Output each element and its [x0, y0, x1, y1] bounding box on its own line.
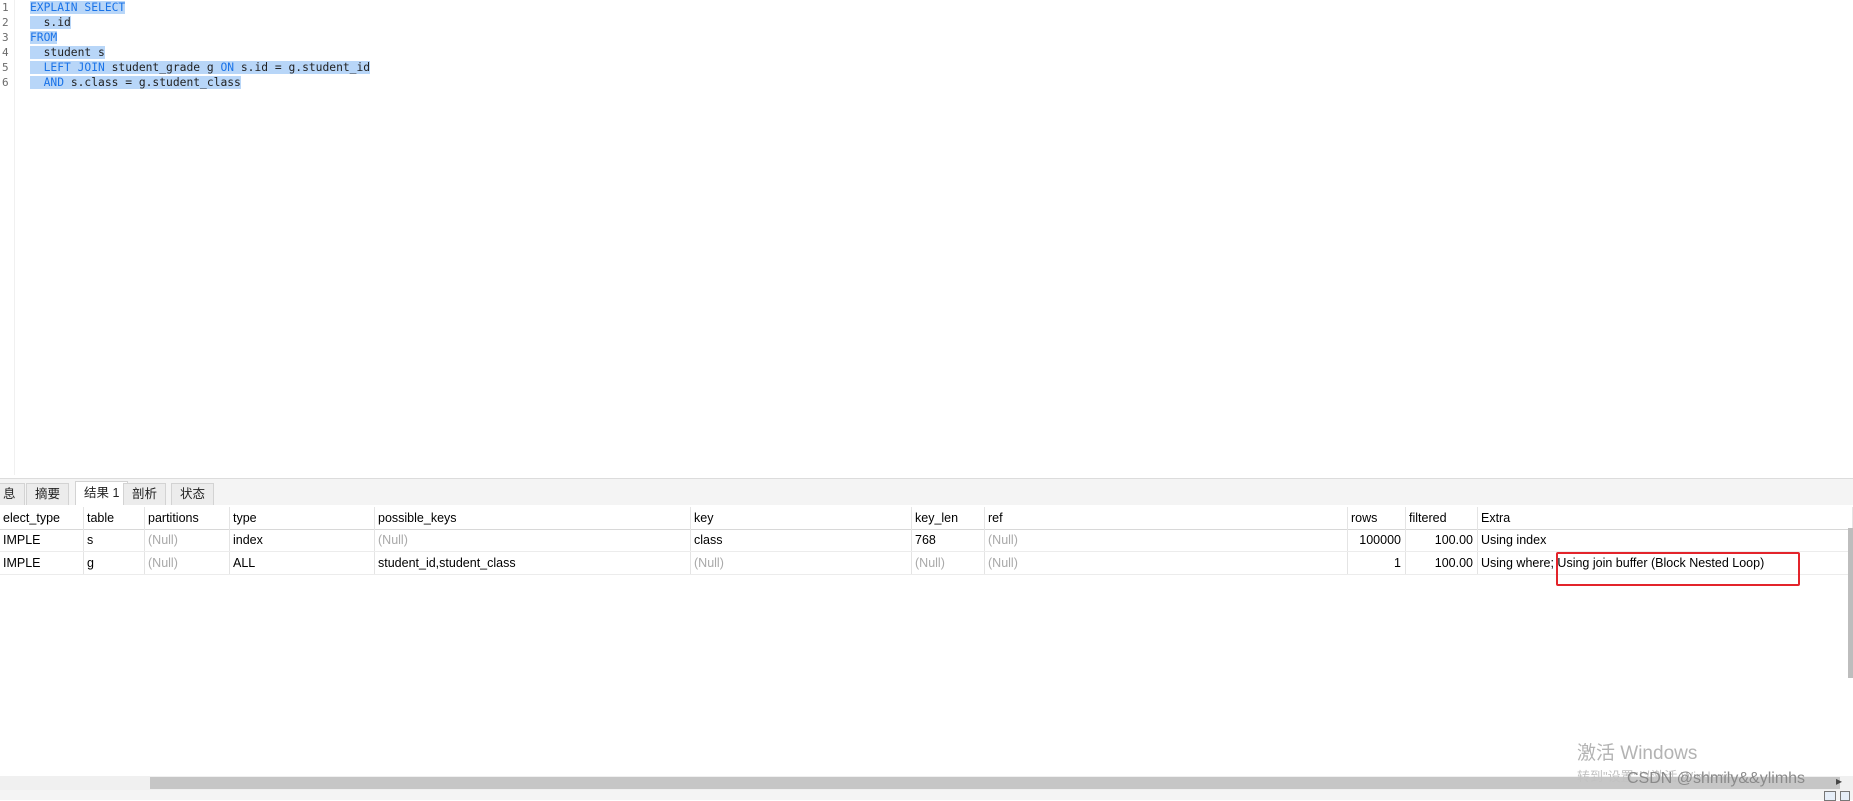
tab-result-1[interactable]: 结果 1 — [75, 481, 129, 506]
column-header-possible-keys[interactable]: possible_keys — [375, 507, 691, 529]
vertical-scrollbar[interactable] — [1848, 528, 1853, 678]
line-number: 3 — [2, 31, 9, 44]
sql-text — [30, 76, 44, 89]
sql-keyword: EXPLAIN SELECT — [30, 1, 126, 14]
cell-table[interactable]: g — [84, 552, 145, 574]
column-header-elect-type[interactable]: elect_type — [0, 507, 84, 529]
column-header-Extra[interactable]: Extra — [1478, 507, 1853, 529]
column-header-table[interactable]: table — [84, 507, 145, 529]
sql-keyword: FROM — [30, 31, 58, 44]
sql-text — [30, 61, 44, 74]
column-header-type[interactable]: type — [230, 507, 375, 529]
cell-ref[interactable]: (Null) — [985, 529, 1348, 551]
sql-keyword: ON — [220, 61, 235, 74]
tab-status[interactable]: 状态 — [171, 483, 215, 505]
cell-Extra[interactable]: Using index — [1478, 529, 1853, 551]
line-number: 5 — [2, 61, 9, 74]
code-line: EXPLAIN SELECT — [30, 0, 126, 15]
line-number: 4 — [2, 46, 9, 59]
line-number: 2 — [2, 16, 9, 29]
sql-editor[interactable]: 1 2 3 4 5 6 EXPLAIN SELECT s.id FROM stud… — [0, 0, 1853, 475]
result-tab-bar: 息 摘要 结果 1 剖析 状态 — [0, 478, 1853, 506]
cell-key-len[interactable]: (Null) — [912, 552, 985, 574]
code-line: student s — [30, 45, 105, 60]
table-row[interactable]: IMPLE s (Null) index (Null) class 768 (Null) 100… — [0, 529, 1853, 552]
result-grid[interactable]: elect_type table partitions type possible_ke… — [0, 505, 1853, 775]
windows-activation-watermark: 激活 Windows — [1577, 743, 1698, 764]
cell-key[interactable]: class — [691, 529, 912, 551]
sql-text: s.id = g.student_id — [234, 61, 371, 74]
status-bar — [0, 790, 1853, 800]
line-number: 1 — [2, 1, 9, 14]
column-header-filtered[interactable]: filtered — [1406, 507, 1478, 529]
cell-elect-type[interactable]: IMPLE — [0, 529, 84, 551]
tab-info[interactable]: 息 — [0, 483, 25, 505]
tab-profile[interactable]: 剖析 — [123, 483, 167, 505]
cell-partitions[interactable]: (Null) — [145, 529, 230, 551]
cell-key-len[interactable]: 768 — [912, 529, 985, 551]
line-number: 6 — [2, 76, 9, 89]
cell-type[interactable]: ALL — [230, 552, 375, 574]
sql-keyword: LEFT JOIN — [43, 61, 105, 74]
cell-filtered[interactable]: 100.00 — [1406, 529, 1478, 551]
column-header-rows[interactable]: rows — [1348, 507, 1406, 529]
line-number-gutter: 1 2 3 4 5 6 — [0, 0, 15, 475]
cell-rows[interactable]: 100000 — [1348, 529, 1406, 551]
cell-filtered[interactable]: 100.00 — [1406, 552, 1478, 574]
cell-possible-keys[interactable]: (Null) — [375, 529, 691, 551]
code-line: FROM — [30, 30, 58, 45]
cell-type[interactable]: index — [230, 529, 375, 551]
cell-elect-type[interactable]: IMPLE — [0, 552, 84, 574]
column-header-key-len[interactable]: key_len — [912, 507, 985, 529]
annotation-highlight-box — [1556, 552, 1800, 586]
sql-text: s.id — [30, 16, 71, 29]
sql-text: student s — [30, 46, 105, 59]
cell-partitions[interactable]: (Null) — [145, 552, 230, 574]
sql-keyword: AND — [43, 76, 65, 89]
code-line: LEFT JOIN student_grade g ON s.id = g.st… — [30, 60, 371, 75]
column-header-ref[interactable]: ref — [985, 507, 1348, 529]
cell-table[interactable]: s — [84, 529, 145, 551]
code-line: AND s.class = g.student_class — [30, 75, 241, 90]
cell-rows[interactable]: 1 — [1348, 552, 1406, 574]
tab-summary[interactable]: 摘要 — [26, 483, 70, 505]
column-header-partitions[interactable]: partitions — [145, 507, 230, 529]
scroll-right-arrow-icon[interactable]: ▸ — [1836, 774, 1842, 788]
code-line: s.id — [30, 15, 71, 30]
cell-ref[interactable]: (Null) — [985, 552, 1348, 574]
csdn-watermark: CSDN @shmily&&ylimhs — [1627, 770, 1806, 787]
grid-header-row: elect_type table partitions type possible_ke… — [0, 507, 1853, 530]
sql-text: s.class = g.student_class — [64, 76, 241, 89]
sql-text: student_grade g — [104, 61, 221, 74]
cell-key[interactable]: (Null) — [691, 552, 912, 574]
column-header-key[interactable]: key — [691, 507, 912, 529]
cell-possible-keys[interactable]: student_id,student_class — [375, 552, 691, 574]
